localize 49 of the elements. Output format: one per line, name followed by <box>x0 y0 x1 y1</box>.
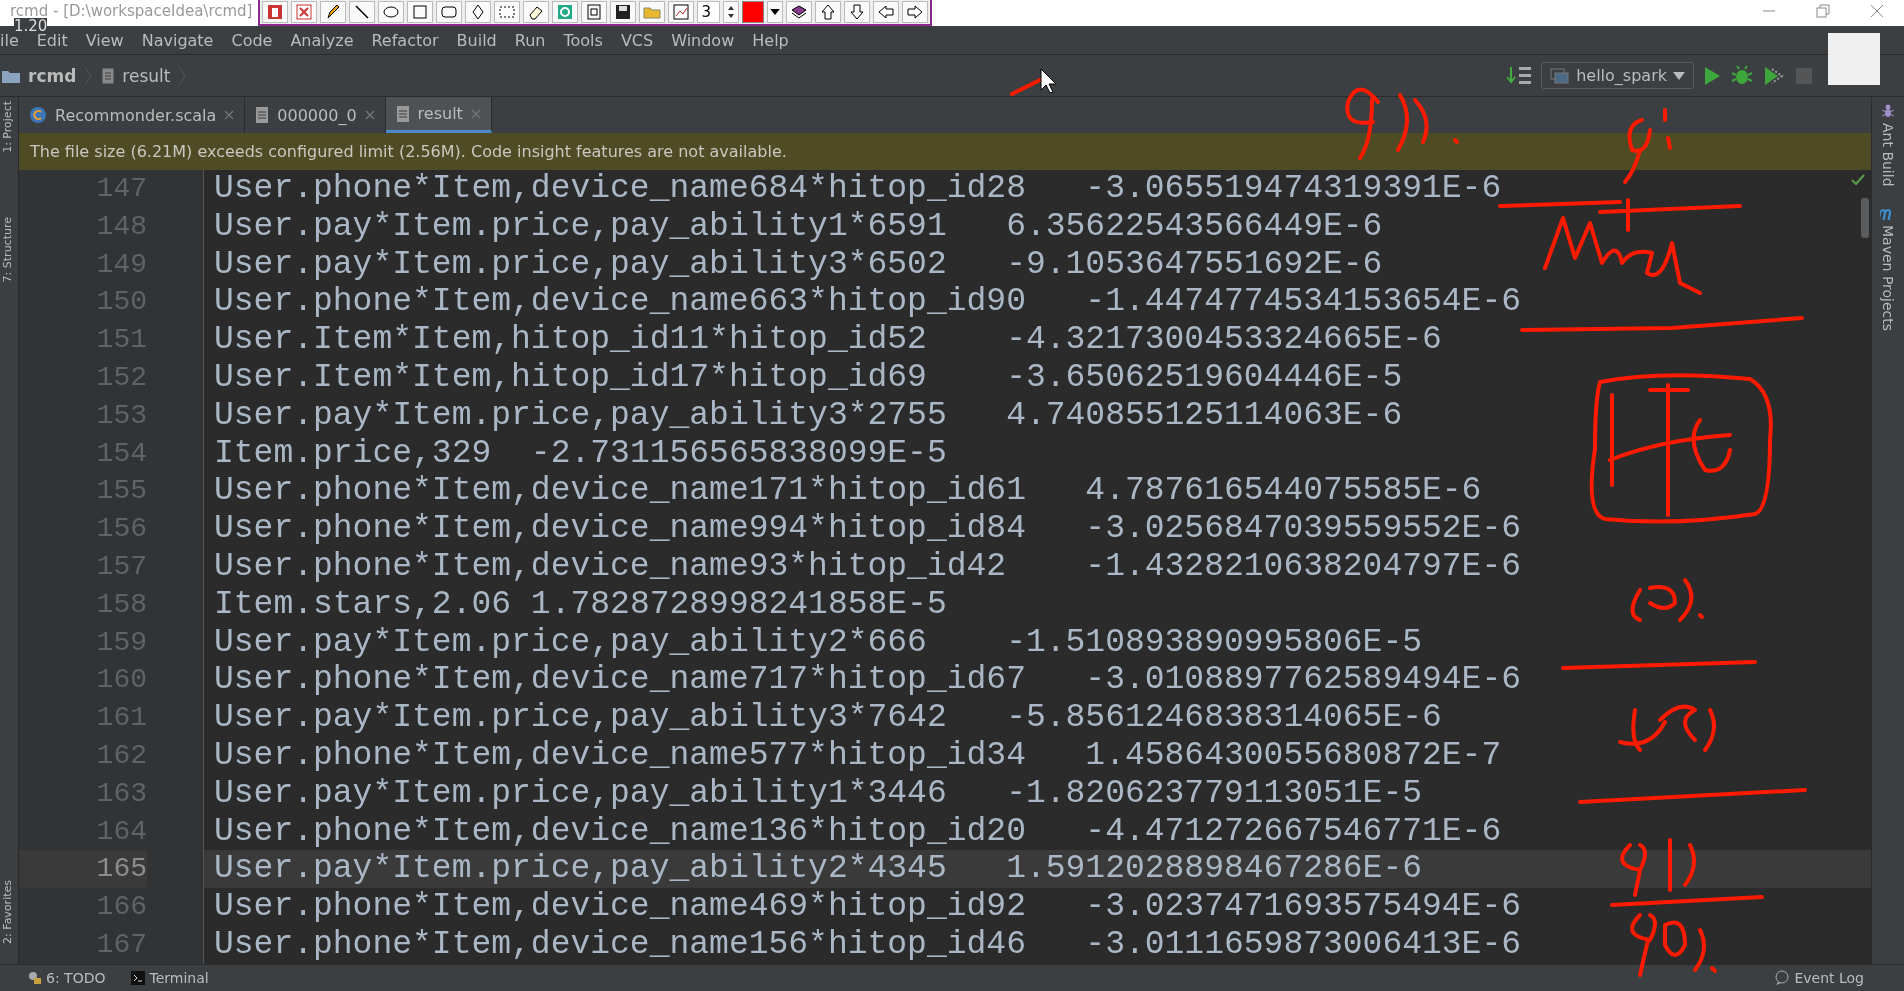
code-line: User.phone*Item,device_name684*hitop_id28 -3.065519474319391E-6 <box>214 170 1502 207</box>
breadcrumb[interactable]: rcmd <box>28 65 77 86</box>
tool-window-tab[interactable]: 1: Project <box>1 101 14 153</box>
code-line: User.phone*Item,device_name663*hitop_id90 -1.4474774534153654E-6 <box>214 283 1521 321</box>
line-number: 165 <box>19 850 147 889</box>
code-line: User.pay*Item.price,pay_ability3*2755 4.740855125114063E-6 <box>214 396 1403 434</box>
menu-item[interactable]: VCS <box>611 30 663 50</box>
tool-window-tab[interactable]: Ant Build <box>1880 103 1896 187</box>
code-line: User.phone*Item,device_name171*hitop_id61 4.787616544075585E-6 <box>214 472 1482 510</box>
code-line: User.pay*Item.price,pay_ability3*6502 -9.1053647551692E-6 <box>214 245 1383 283</box>
code-line: User.phone*Item,device_name717*hitop_id67 -3.0108897762589494E-6 <box>214 661 1521 699</box>
menu-item[interactable]: Refactor <box>362 30 448 50</box>
tool-window-tab[interactable]: Maven Projects <box>1880 206 1896 331</box>
code-line: User.pay*Item.price,pay_ability3*7642 -5.8561246838314065E-6 <box>214 699 1442 737</box>
code-line: User.phone*Item,device_name469*hitop_id92 -3.0237471693575494E-6 <box>214 888 1521 926</box>
menu-item[interactable]: Tools <box>554 30 612 50</box>
tool-window-tab[interactable]: 7: Structure <box>1 217 14 283</box>
code-line: User.phone*Item,device_name577*hitop_id34 1.4586430055680872E-7 <box>214 736 1502 774</box>
code-line: User.pay*Item.price,pay_ability2*666 -1.510893890995806E-5 <box>214 623 1422 661</box>
code-line: User.Item*Item,hitop_id11*hitop_id52 -4.3217300453324665E-6 <box>214 321 1442 359</box>
menu-item[interactable]: Navigate <box>132 30 223 50</box>
menu-item[interactable]: Code <box>222 30 282 50</box>
code-line: User.phone*Item,device_name93*hitop_id42 -1.4328210638204797E-6 <box>214 547 1521 585</box>
code-line: User.pay*Item.price,pay_ability1*6591 6.35622543566449E-6 <box>214 207 1383 245</box>
run-configuration-dropdown[interactable]: hello_spark <box>1541 62 1694 89</box>
tool-window-button[interactable]: Terminal <box>131 970 209 986</box>
code-line: User.phone*Item,device_name136*hitop_id20 -4.471272667546771E-6 <box>214 812 1502 850</box>
line-width-field[interactable]: 3 <box>697 1 720 23</box>
tool-window-button[interactable]: 6: TODO <box>28 970 106 986</box>
window-title: rcmd - [D:\workspaceIdea\rcmd] <box>9 1 254 20</box>
editor-tab[interactable]: result <box>385 97 492 133</box>
menu-item[interactable]: View <box>76 30 133 50</box>
breadcrumb[interactable]: result <box>122 65 171 86</box>
code-line: User.phone*Item,device_name994*hitop_id84 -3.0256847039559552E-6 <box>214 510 1521 548</box>
code-line: Item.stars,2.06 1.7828728998241858E-5 <box>214 585 947 623</box>
overlay-label: 1.20 <box>14 18 48 34</box>
warning-text: The file size (6.21M) exceeds configured limit (2.56M). Code insight features are not available. <box>30 142 787 161</box>
menu-item[interactable]: Window <box>662 30 744 50</box>
event-log-button[interactable]: Event Log <box>1774 970 1864 986</box>
code-line: User.Item*Item,hitop_id17*hitop_id69 -3.65062519604446E-5 <box>214 359 1403 396</box>
code-line: User.phone*Item,device_name156*hitop_id46 -3.0111659873006413E-6 <box>214 925 1521 963</box>
menu-item[interactable]: Run <box>505 30 555 50</box>
menu-item[interactable]: Analyze <box>281 30 363 50</box>
menu-item[interactable]: Build <box>447 30 506 50</box>
code-line: Item.price,329 -2.731156565838099E-5 <box>214 434 947 472</box>
code-line: User.pay*Item.price,pay_ability1*3446 -1.820623779113051E-5 <box>214 774 1422 812</box>
tool-window-tab[interactable]: 2: Favorites <box>1 880 14 944</box>
menu-item[interactable]: Help <box>743 30 798 50</box>
code-line: User.pay*Item.price,pay_ability2*4345 1.5912028898467286E-6 <box>214 850 1422 888</box>
